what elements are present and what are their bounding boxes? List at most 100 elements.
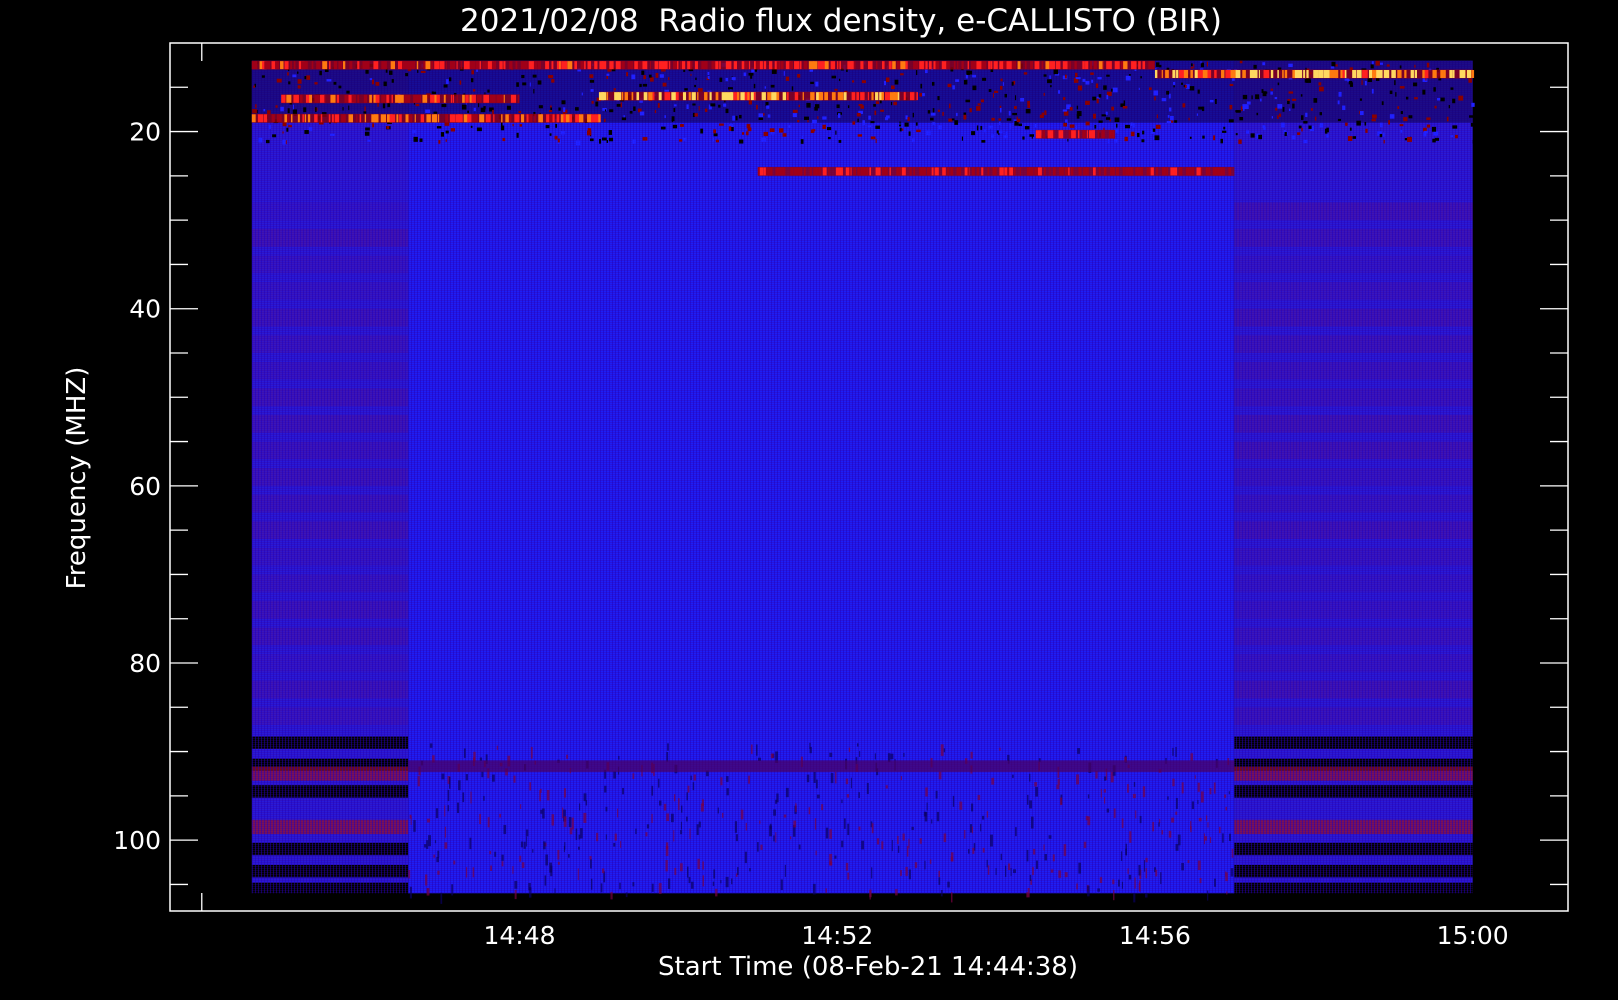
noise-speck <box>506 105 511 110</box>
noise-speck <box>1193 63 1195 69</box>
low-band-noise <box>1026 849 1029 862</box>
noise-speck <box>1241 106 1243 112</box>
low-band-noise <box>759 820 761 824</box>
low-band-noise <box>903 752 905 757</box>
emission-pixel <box>1352 70 1357 78</box>
noise-speck <box>433 111 438 114</box>
noise-speck <box>1256 112 1259 116</box>
low-band-noise <box>815 779 818 789</box>
x-axis-label: Start Time (08-Feb-21 14:44:38) <box>658 952 1078 982</box>
noise-speck <box>847 105 850 109</box>
noise-speck <box>682 137 687 141</box>
noise-speck <box>1472 139 1476 144</box>
low-band-noise <box>1199 877 1202 884</box>
emission-pixel <box>817 61 823 70</box>
low-band-noise <box>520 804 522 809</box>
noise-speck <box>1103 85 1107 90</box>
emission-pixel <box>1459 70 1466 78</box>
noise-speck <box>1090 72 1094 75</box>
noise-speck <box>1287 99 1291 102</box>
noise-speck <box>758 113 764 118</box>
noise-speck <box>1433 87 1436 92</box>
low-band-noise <box>1224 794 1227 798</box>
noise-speck <box>1098 120 1103 123</box>
emission-pixel <box>271 114 275 123</box>
emission-pixel <box>1013 167 1016 176</box>
low-band-noise <box>925 787 928 797</box>
noise-speck <box>387 103 391 108</box>
low-band-noise <box>813 771 816 783</box>
low-band-noise <box>666 751 669 762</box>
noise-speck <box>905 115 908 120</box>
emission-pixel <box>863 167 869 176</box>
noise-speck <box>1364 121 1367 126</box>
low-band-noise <box>436 857 440 863</box>
noise-speck <box>1365 128 1368 133</box>
low-band-noise <box>458 780 461 791</box>
noise-speck <box>275 105 278 108</box>
emission-pixel <box>413 94 419 103</box>
low-band-noise <box>830 773 834 784</box>
low-band-noise <box>845 862 849 871</box>
emission-pixel <box>715 92 719 101</box>
noise-speck <box>704 108 708 112</box>
low-band-noise <box>1144 893 1148 898</box>
emission-pixel <box>1085 61 1089 70</box>
noise-speck <box>1284 132 1287 136</box>
low-band-noise <box>1083 841 1087 848</box>
emission-pixel <box>551 61 554 70</box>
low-band-noise <box>986 811 989 818</box>
low-band-noise <box>568 854 570 858</box>
noise-speck <box>641 70 645 75</box>
emission-pixel <box>854 61 856 70</box>
emission-pixel <box>910 92 915 101</box>
noise-speck <box>1379 133 1383 138</box>
low-band-noise <box>1106 808 1110 813</box>
emission-pixel <box>753 92 756 101</box>
noise-speck <box>1122 105 1128 109</box>
low-band-noise <box>425 874 428 886</box>
noise-speck <box>1371 88 1374 94</box>
noise-speck <box>1095 83 1099 89</box>
noise-speck <box>1044 110 1047 116</box>
low-band-noise <box>610 891 613 900</box>
noise-speck <box>1170 115 1174 121</box>
emission-pixel <box>439 61 445 70</box>
emission-pixel <box>1037 167 1042 176</box>
emission-pixel <box>366 61 370 70</box>
noise-speck <box>891 85 895 90</box>
low-band-noise <box>1104 776 1107 781</box>
emission-pixel <box>496 94 502 103</box>
emission-pixel <box>333 61 338 70</box>
emission-pixel <box>363 94 368 103</box>
low-band-noise <box>770 753 774 759</box>
emission-pixel <box>711 61 716 70</box>
emission-pixel <box>426 114 431 123</box>
low-band-noise <box>1175 747 1177 757</box>
noise-speck <box>621 117 627 121</box>
low-band-noise <box>906 845 909 857</box>
noise-speck <box>1049 75 1051 80</box>
emission-pixel <box>780 61 784 70</box>
y-axis-label: Frequency (MHZ) <box>62 367 92 590</box>
noise-speck <box>258 137 263 143</box>
low-band-noise <box>698 821 701 828</box>
low-band-noise <box>1209 787 1212 795</box>
emission-pixel <box>1049 61 1056 70</box>
noise-speck <box>999 107 1002 113</box>
noise-speck <box>292 74 297 78</box>
low-band-noise <box>1161 830 1164 835</box>
noise-speck <box>1338 91 1342 97</box>
noise-speck <box>595 101 599 107</box>
low-band-noise <box>632 882 635 887</box>
low-band-noise <box>829 829 832 839</box>
low-band-noise <box>604 785 607 793</box>
low-band-noise <box>726 788 729 796</box>
emission-pixel <box>1161 167 1167 176</box>
emission-pixel <box>643 92 648 101</box>
low-band-noise <box>859 751 861 757</box>
emission-pixel <box>1440 70 1444 78</box>
noise-speck <box>1166 120 1172 124</box>
noise-speck <box>363 111 367 114</box>
low-band-noise <box>1087 885 1090 897</box>
